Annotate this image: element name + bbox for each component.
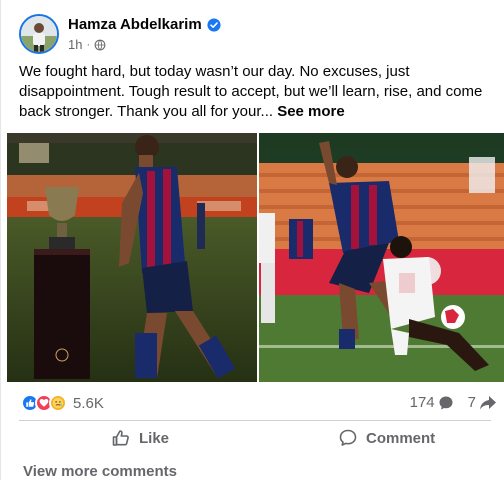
see-more-link[interactable]: See more	[277, 103, 345, 120]
comment-label: Comment	[366, 429, 436, 447]
trophy-photo[interactable]	[7, 133, 257, 382]
share-count: 7	[467, 394, 476, 411]
comment-icon	[339, 429, 357, 446]
author-name[interactable]: Hamza Abdelkarim	[68, 16, 202, 33]
post-card: Hamza Abdelkarim 1h · We fought hard, bu…	[0, 0, 504, 480]
post-actions: Like Comment	[19, 424, 491, 452]
post-meta: 1h ·	[68, 37, 106, 52]
post-timestamp[interactable]: 1h	[68, 37, 82, 52]
share-arrow-icon	[480, 395, 496, 409]
thumbs-up-icon	[112, 430, 129, 446]
view-more-comments-link[interactable]: View more comments	[23, 463, 177, 480]
like-label: Like	[139, 429, 170, 447]
post-media	[7, 133, 504, 382]
like-button[interactable]: Like	[19, 424, 264, 452]
comment-bubble-icon	[439, 396, 453, 409]
reaction-count[interactable]: 5.6K	[73, 395, 104, 412]
care-reaction-icon	[49, 394, 67, 412]
post-header: Hamza Abdelkarim 1h ·	[19, 14, 489, 58]
comment-count: 174	[409, 394, 435, 411]
actions-divider	[19, 420, 491, 421]
comment-count-group[interactable]: 174	[410, 394, 454, 411]
author-name-row: Hamza Abdelkarim	[68, 16, 221, 33]
globe-icon	[94, 39, 106, 50]
reactions-summary[interactable]: 5.6K	[21, 394, 104, 412]
post-stats: 5.6K 174 7	[21, 394, 497, 416]
meta-separator: ·	[86, 38, 91, 51]
match-action-photo[interactable]	[259, 133, 504, 382]
comment-button[interactable]: Comment	[264, 424, 491, 452]
engagement-counts: 174 7	[400, 394, 497, 411]
author-avatar[interactable]	[19, 14, 59, 54]
post-body: We fought hard, but today wasn’t our day…	[19, 62, 489, 122]
share-count-group[interactable]: 7	[468, 394, 497, 411]
verified-badge-icon	[207, 17, 221, 32]
post-text: We fought hard, but today wasn’t our day…	[19, 63, 483, 120]
